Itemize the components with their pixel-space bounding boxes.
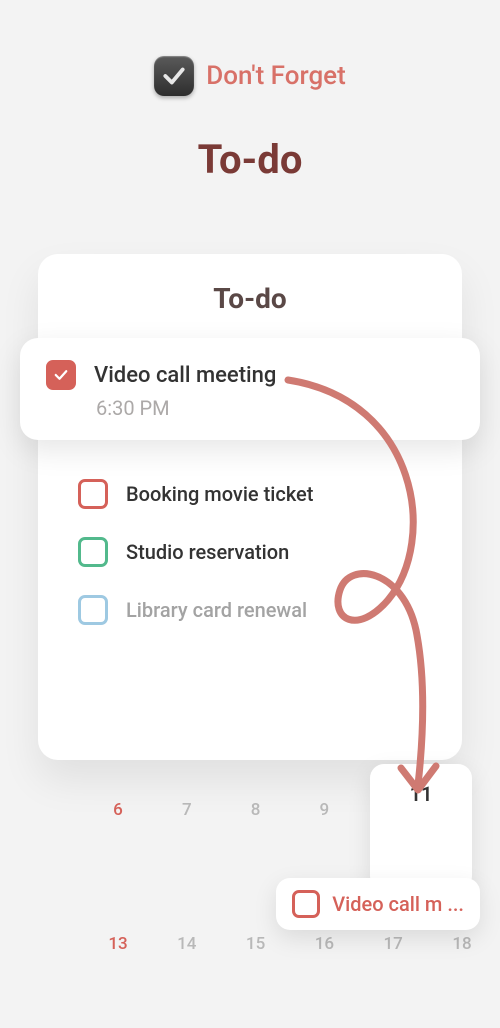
day-number: 11 [410, 782, 433, 806]
task-time: 6:30 PM [96, 396, 454, 420]
calendar-event-pill[interactable]: Video call m ... [276, 878, 480, 930]
event-label: Video call m ... [332, 892, 464, 916]
list-item[interactable]: Studio reservation [66, 523, 434, 581]
task-label: Booking movie ticket [126, 482, 313, 506]
calendar-day[interactable]: 6 [84, 782, 152, 838]
calendar-day[interactable]: 14 [153, 916, 221, 972]
checkbox-icon[interactable] [292, 890, 320, 918]
list-item[interactable]: Booking movie ticket [66, 465, 434, 523]
app-icon [154, 56, 194, 96]
task-label: Studio reservation [126, 540, 289, 564]
highlighted-task-card[interactable]: Video call meeting 6:30 PM [20, 338, 480, 440]
checkmark-icon [161, 63, 187, 89]
list-item[interactable]: Library card renewal [66, 581, 434, 639]
todo-card: To-do Booking movie ticket Studio reserv… [38, 254, 462, 760]
calendar-day[interactable]: 8 [222, 782, 290, 838]
task-label: Library card renewal [126, 598, 307, 622]
checkbox-icon[interactable] [78, 595, 108, 625]
calendar-day-highlight[interactable]: 11 [370, 764, 472, 890]
checkbox-checked-icon[interactable] [46, 360, 76, 390]
checkbox-icon[interactable] [78, 479, 108, 509]
task-label: Video call meeting [94, 363, 276, 388]
todo-list: Booking movie ticket Studio reservation … [66, 465, 434, 639]
calendar-day[interactable]: 13 [84, 916, 152, 972]
calendar-day[interactable]: 7 [153, 782, 221, 838]
app-name: Don't Forget [206, 61, 346, 91]
checkbox-icon[interactable] [78, 537, 108, 567]
app-header: Don't Forget [0, 0, 500, 96]
todo-card-title: To-do [66, 282, 434, 315]
page-title: To-do [0, 136, 500, 183]
calendar-day[interactable]: 9 [290, 782, 358, 838]
